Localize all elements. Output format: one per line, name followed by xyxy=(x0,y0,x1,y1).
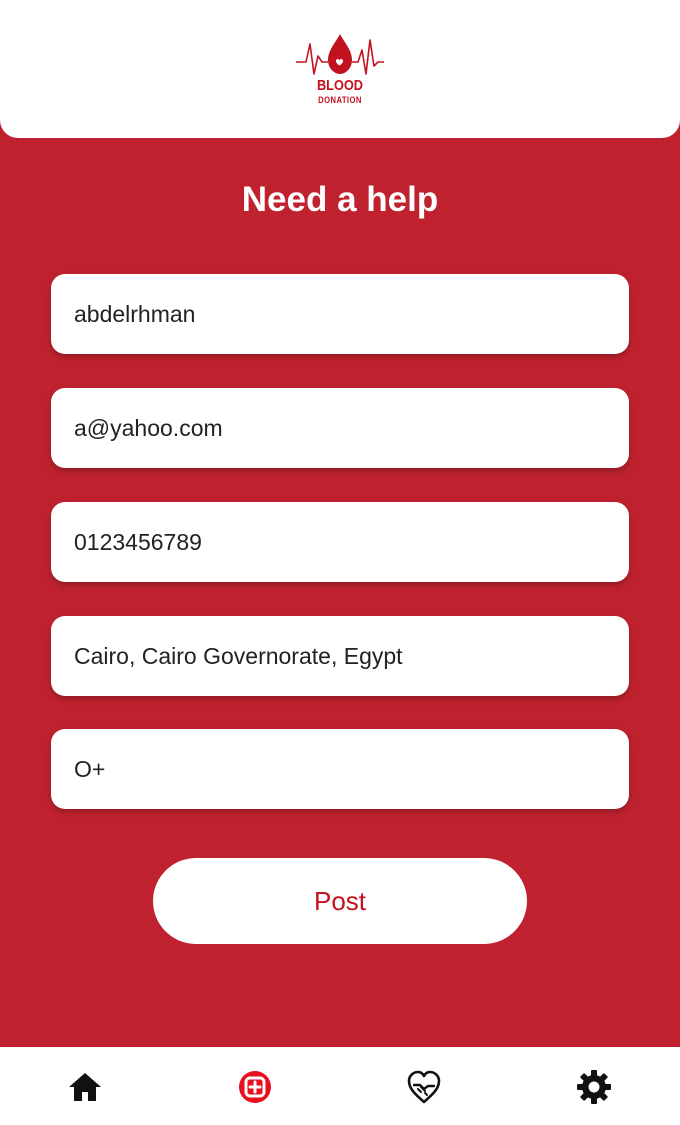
blood-donation-logo: BLOOD DONATION xyxy=(292,30,388,110)
email-input[interactable] xyxy=(74,414,629,442)
phone-field[interactable] xyxy=(51,502,629,582)
blood-type-field[interactable] xyxy=(51,729,629,809)
blood-type-input[interactable] xyxy=(74,755,629,783)
email-field[interactable] xyxy=(51,388,629,468)
header: BLOOD DONATION xyxy=(0,0,680,138)
page-title: Need a help xyxy=(241,180,439,219)
location-field[interactable] xyxy=(51,616,629,696)
logo-text-donation: DONATION xyxy=(318,95,362,105)
post-button[interactable]: Post xyxy=(153,858,527,944)
home-icon xyxy=(69,1073,101,1101)
phone-input[interactable] xyxy=(74,528,629,556)
gear-icon xyxy=(577,1070,611,1104)
logo-text-blood: BLOOD xyxy=(316,77,364,94)
nav-donate[interactable] xyxy=(406,1069,442,1105)
name-field[interactable] xyxy=(51,274,629,354)
nav-settings[interactable] xyxy=(576,1069,612,1105)
help-request-icon xyxy=(239,1071,271,1103)
location-input[interactable] xyxy=(74,642,629,670)
name-input[interactable] xyxy=(74,300,629,328)
nav-home[interactable] xyxy=(67,1069,103,1105)
bottom-navigation xyxy=(0,1047,680,1125)
nav-help-request[interactable] xyxy=(237,1069,273,1105)
heart-hands-icon xyxy=(407,1070,441,1104)
